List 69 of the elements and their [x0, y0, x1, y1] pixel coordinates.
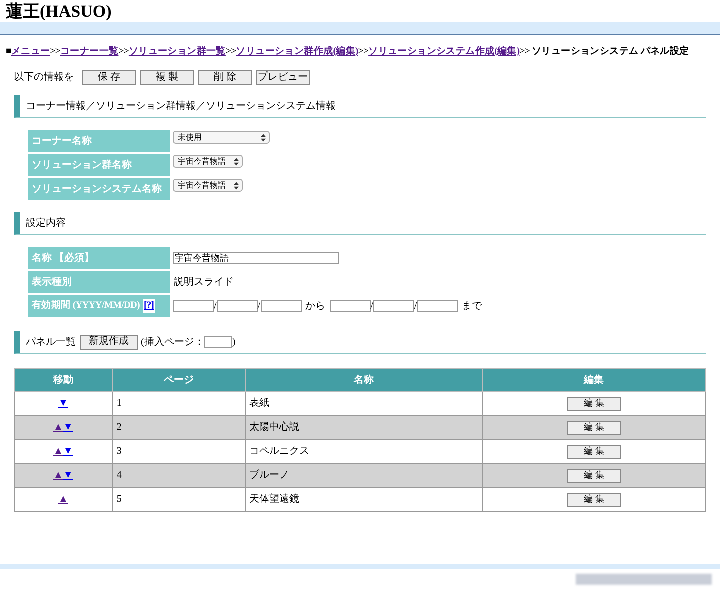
action-button[interactable]: 複 製	[140, 70, 194, 86]
panel-name: 天体望遠鏡	[245, 488, 483, 512]
breadcrumb-current: ソリューションシステム パネル設定	[532, 45, 690, 59]
updown-arrows-icon	[234, 158, 239, 166]
breadcrumb-link[interactable]: メニュー	[11, 45, 50, 60]
move-down-link[interactable]: ▼	[63, 470, 74, 482]
move-up-link[interactable]: ▲	[54, 470, 64, 482]
updown-arrows-icon	[261, 134, 266, 142]
dropdown[interactable]: 宇宙今昔物語	[173, 179, 243, 192]
breadcrumb-link[interactable]: ソリューション群一覧	[128, 45, 226, 60]
dropdown[interactable]: 宇宙今昔物語	[173, 155, 243, 168]
to-text: まで	[462, 300, 482, 314]
breadcrumb-separator: >>	[50, 46, 60, 59]
closing-paren: )	[232, 336, 236, 350]
edit-button[interactable]: 編 集	[567, 492, 622, 507]
insert-page-label: (挿入ページ：	[141, 336, 204, 350]
breadcrumb-link[interactable]: ソリューションシステム作成(編集)	[368, 45, 520, 60]
display-type-value: 説明スライド	[174, 276, 234, 290]
breadcrumb-separator: >>	[226, 46, 236, 59]
edit-button[interactable]: 編 集	[567, 468, 622, 483]
column-header: 名称	[245, 368, 483, 392]
column-header: 移動	[14, 368, 112, 392]
column-header: ページ	[112, 368, 246, 392]
field-label: 表示種別	[28, 271, 170, 294]
app-title: 蓮王(HASUO)	[5, 1, 113, 22]
date-input[interactable]	[260, 300, 302, 312]
section-heading: パネル一覧	[26, 336, 76, 350]
date-input[interactable]	[373, 300, 414, 312]
section-heading: 設定内容	[14, 212, 706, 236]
date-input[interactable]	[330, 300, 371, 312]
edit-button[interactable]: 編 集	[567, 420, 622, 435]
field-label: 有効期間 (YYYY/MM/DD)	[32, 299, 140, 314]
help-link[interactable]: [?]	[142, 299, 156, 314]
action-label: 以下の情報を	[14, 70, 74, 86]
action-button[interactable]: 保 存	[82, 70, 136, 86]
breadcrumb-separator: >>	[118, 46, 129, 59]
field-label: 名称 【必須】	[28, 247, 170, 270]
move-down-link[interactable]: ▼	[58, 398, 68, 410]
page-number: 5	[112, 488, 246, 512]
from-text: から	[306, 300, 326, 314]
updown-arrows-icon	[234, 182, 239, 190]
date-input[interactable]	[173, 300, 214, 312]
new-button[interactable]: 新規作成	[80, 334, 138, 350]
move-down-link[interactable]: ▼	[63, 422, 74, 434]
move-up-link[interactable]: ▲	[54, 422, 64, 434]
move-up-link[interactable]: ▲	[58, 494, 68, 506]
move-up-link[interactable]: ▲	[54, 446, 64, 458]
column-header: 編集	[482, 368, 706, 392]
breadcrumb-link[interactable]: ソリューション群作成(編集)	[236, 45, 358, 60]
date-separator: /	[214, 300, 217, 314]
insert-page-input[interactable]	[204, 336, 232, 348]
field-label: ソリューションシステム名称	[28, 178, 170, 200]
date-input[interactable]	[417, 300, 458, 312]
edit-button[interactable]: 編 集	[567, 396, 622, 411]
breadcrumb-link[interactable]: コーナー一覧	[60, 45, 119, 60]
breadcrumb-separator: >>	[520, 46, 530, 59]
edit-button[interactable]: 編 集	[567, 444, 622, 459]
field-label: コーナー名称	[28, 130, 170, 152]
date-separator: /	[258, 300, 261, 314]
square-bullet: ■	[6, 46, 12, 59]
breadcrumb-separator: >>	[358, 46, 369, 59]
section-heading: コーナー情報／ソリューション群情報／ソリューションシステム情報	[14, 95, 706, 118]
date-input[interactable]	[216, 300, 258, 312]
date-separator: /	[414, 300, 418, 314]
dropdown[interactable]: 未使用	[173, 131, 270, 144]
action-button[interactable]: 削 除	[198, 70, 252, 86]
action-button[interactable]: プレビュー	[256, 70, 310, 86]
field-label: ソリューション群名称	[28, 154, 170, 176]
move-down-link[interactable]: ▼	[63, 446, 74, 458]
